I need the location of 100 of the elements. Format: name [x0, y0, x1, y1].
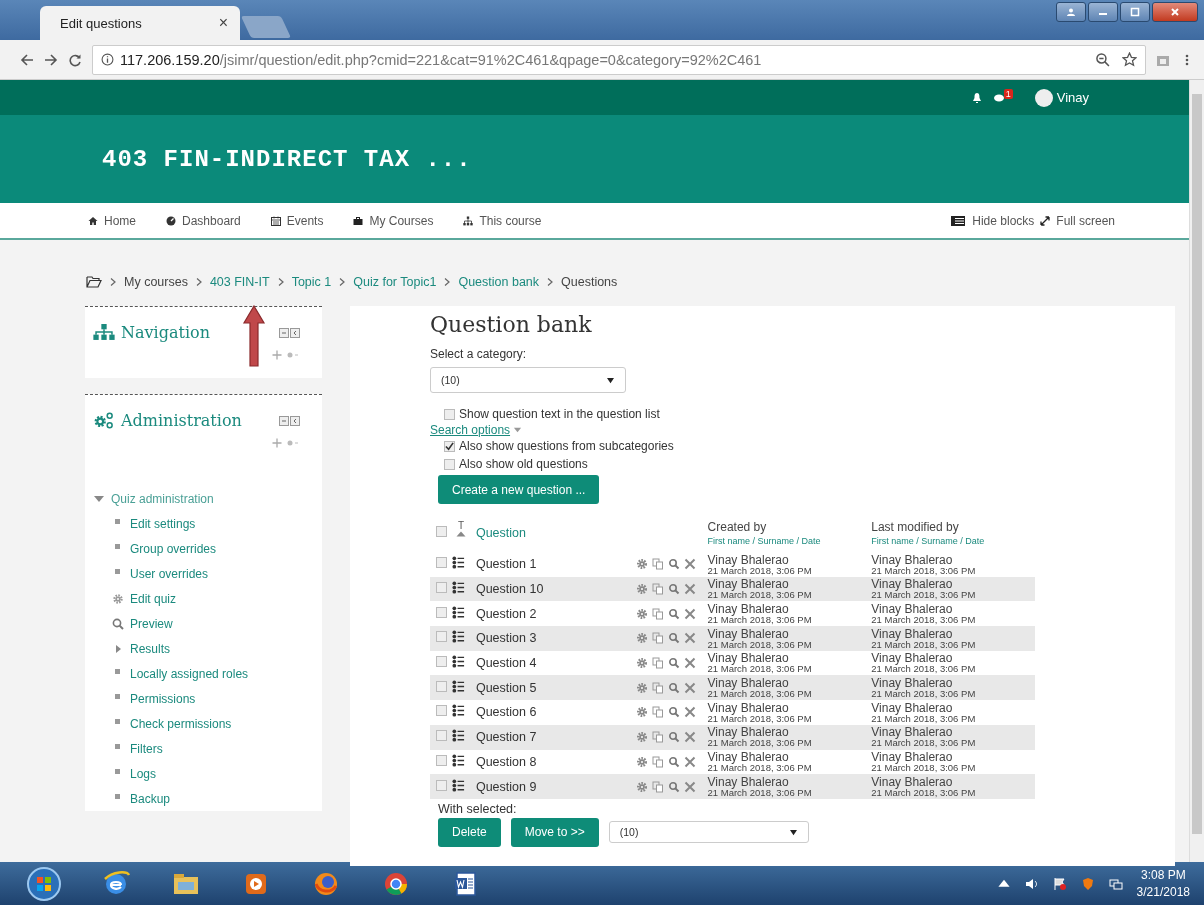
search-icon[interactable] — [667, 583, 680, 596]
tree-item[interactable]: Logs — [93, 761, 322, 786]
copy-icon[interactable] — [651, 706, 664, 719]
checkbox[interactable] — [436, 526, 447, 537]
checkbox[interactable] — [444, 440, 455, 452]
network-icon[interactable] — [1108, 876, 1123, 891]
checkbox[interactable] — [436, 754, 447, 766]
delete-icon[interactable] — [683, 558, 696, 571]
speaker-icon[interactable] — [1024, 876, 1039, 891]
breadcrumb-link[interactable]: Topic 1 — [291, 275, 332, 289]
gear-menu-icon[interactable] — [286, 350, 300, 360]
nav-link[interactable]: Home — [88, 213, 136, 228]
search-icon[interactable] — [667, 632, 680, 645]
delete-icon[interactable] — [683, 755, 696, 768]
tree-item[interactable]: Permissions — [93, 686, 322, 711]
copy-icon[interactable] — [651, 558, 664, 571]
maximize-button[interactable] — [1120, 2, 1150, 22]
settings-icon[interactable] — [635, 755, 648, 768]
folder-icon[interactable] — [86, 276, 102, 288]
settings-icon[interactable] — [635, 706, 648, 719]
column-header[interactable]: T — [457, 521, 464, 531]
new-tab-button[interactable] — [240, 16, 292, 38]
tree-item[interactable]: Quiz administration — [93, 486, 322, 511]
star-icon[interactable] — [1122, 52, 1137, 67]
settings-icon[interactable] — [635, 731, 648, 744]
zoom-icon[interactable] — [1095, 52, 1110, 67]
minimize-button[interactable] — [1088, 2, 1118, 22]
nav-link[interactable]: This course — [463, 213, 542, 228]
delete-icon[interactable] — [683, 657, 696, 670]
delete-icon[interactable] — [683, 780, 696, 793]
nav-link[interactable]: Events — [270, 213, 324, 228]
action-button[interactable]: Delete — [438, 817, 501, 847]
search-icon[interactable] — [667, 607, 680, 620]
nav-link[interactable]: Full screen — [1040, 213, 1115, 228]
sort-links[interactable]: First name / Surname / Date — [707, 536, 872, 546]
search-icon[interactable] — [667, 706, 680, 719]
move-icon[interactable] — [272, 438, 282, 448]
delete-icon[interactable] — [683, 706, 696, 719]
tree-item[interactable]: Backup — [93, 786, 322, 811]
breadcrumb-link[interactable]: Question bank — [458, 275, 540, 289]
settings-icon[interactable] — [635, 607, 648, 620]
search-icon[interactable] — [667, 657, 680, 670]
breadcrumb-link[interactable]: 403 FIN-IT — [209, 275, 270, 289]
checkbox[interactable] — [436, 631, 447, 643]
sort-links[interactable]: First name / Surname / Date — [871, 536, 1035, 546]
messages-button[interactable]: 1 — [992, 91, 1013, 104]
breadcrumb-link[interactable]: Quiz for Topic1 — [353, 275, 437, 289]
collapse-icon[interactable] — [290, 415, 300, 426]
tree-item[interactable]: Group overrides — [93, 536, 322, 561]
checkbox[interactable] — [444, 408, 455, 420]
tree-item[interactable]: Filters — [93, 736, 322, 761]
settings-icon[interactable] — [635, 632, 648, 645]
checkbox[interactable] — [436, 557, 447, 569]
copy-icon[interactable] — [651, 755, 664, 768]
search-icon[interactable] — [667, 558, 680, 571]
checkbox[interactable] — [436, 582, 447, 594]
tree-item[interactable]: Results — [93, 636, 322, 661]
tree-item[interactable]: Check permissions — [93, 711, 322, 736]
tree-item[interactable]: Edit quiz — [93, 586, 322, 611]
site-title[interactable]: 403 FIN-INDIRECT TAX ... — [102, 145, 472, 173]
delete-icon[interactable] — [683, 632, 696, 645]
copy-icon[interactable] — [651, 681, 664, 694]
search-icon[interactable] — [667, 681, 680, 694]
close-tab-button[interactable]: × — [218, 14, 228, 32]
tree-item[interactable]: User overrides — [93, 561, 322, 586]
address-field[interactable]: 117.206.159.20/jsimr/question/edit.php?cmid=221&cat=91%2C461&qpage=0&category=92%2C461 — [92, 44, 1146, 75]
start-button[interactable] — [26, 865, 62, 902]
caret-icon[interactable] — [513, 427, 523, 433]
flag-icon[interactable] — [1052, 876, 1067, 891]
collapse-icon[interactable] — [290, 327, 300, 338]
nav-link[interactable]: Hide blocks — [950, 213, 1035, 228]
delete-icon[interactable] — [683, 681, 696, 694]
checkbox[interactable] — [444, 458, 455, 470]
tree-item[interactable]: Preview — [93, 611, 322, 636]
user-button[interactable] — [1056, 2, 1086, 22]
action-button[interactable]: Move to >> — [510, 817, 599, 847]
checkbox[interactable] — [436, 606, 447, 618]
column-header[interactable]: Question — [475, 526, 526, 540]
checkbox[interactable] — [436, 730, 447, 742]
gear-menu-icon[interactable] — [286, 438, 300, 448]
browser-tab[interactable]: Edit questions × — [40, 6, 240, 40]
checkbox[interactable] — [436, 656, 447, 668]
settings-icon[interactable] — [635, 558, 648, 571]
search-icon[interactable] — [667, 780, 680, 793]
move-target-select[interactable]: (10) — [608, 821, 809, 844]
copy-icon[interactable] — [651, 731, 664, 744]
user-menu[interactable]: Vinay — [1056, 90, 1089, 105]
settings-icon[interactable] — [635, 780, 648, 793]
move-icon[interactable] — [272, 350, 282, 360]
delete-icon[interactable] — [683, 731, 696, 744]
forward-icon[interactable] — [44, 52, 58, 67]
shield-icon[interactable] — [1080, 876, 1095, 891]
nav-link[interactable]: My Courses — [353, 213, 434, 228]
scrollbar[interactable] — [1189, 80, 1204, 862]
category-select[interactable]: (10) — [430, 367, 626, 393]
tree-item[interactable]: Edit settings — [93, 511, 322, 536]
settings-icon[interactable] — [635, 583, 648, 596]
tree-item[interactable]: Locally assigned roles — [93, 661, 322, 686]
dock-icon[interactable] — [279, 415, 289, 426]
clock-time[interactable]: 3:08 PM — [1140, 868, 1186, 882]
